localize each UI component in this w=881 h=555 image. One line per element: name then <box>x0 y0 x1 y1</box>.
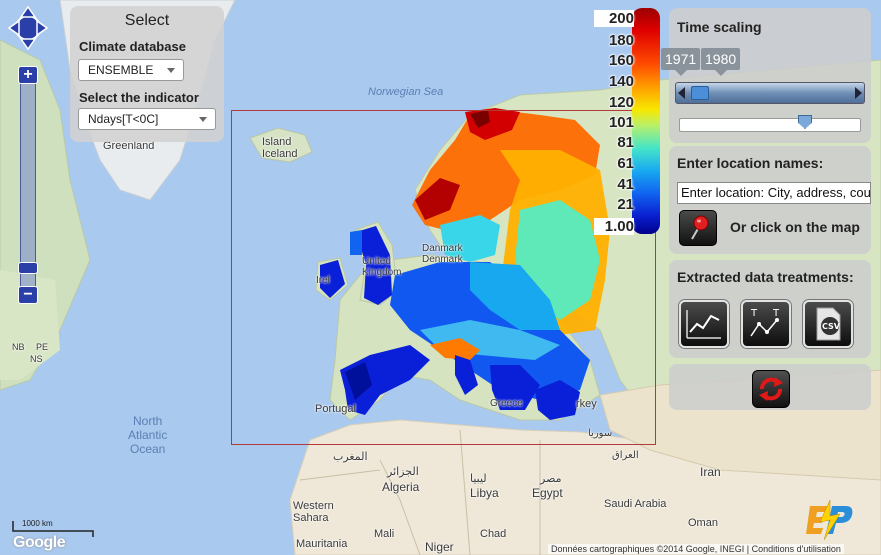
select-panel-title: Select <box>124 12 170 29</box>
chevron-right-icon[interactable] <box>855 87 862 99</box>
time-range-handle[interactable] <box>691 86 709 100</box>
time-range-slider[interactable] <box>675 82 865 104</box>
scale-label: 1000 km <box>22 519 53 528</box>
time-step-handle[interactable] <box>798 115 812 129</box>
label-denmark: Danmark Denmark <box>422 243 463 265</box>
label-pe: PE <box>36 342 49 352</box>
label-portugal: Portugal <box>315 403 356 415</box>
legend-value: 200 <box>594 10 634 27</box>
label-iran: Iran <box>700 465 721 479</box>
time-scaling-panel: Time scaling 1971 1980 <box>661 8 871 143</box>
label-libya-ar: ليبيا <box>470 473 487 485</box>
time-scaling-title: Time scaling <box>677 19 762 35</box>
label-turkey: rkey <box>576 398 597 410</box>
label-mali: Mali <box>374 528 395 540</box>
label-ns: NS <box>30 354 43 364</box>
click-map-hint: Or click on the map <box>730 219 860 235</box>
google-logo: Google <box>13 534 66 551</box>
label-iceland: Island Iceland <box>262 136 298 160</box>
legend-color-bar <box>632 8 660 234</box>
line-chart-icon <box>686 310 721 339</box>
zoom-slider-handle[interactable] <box>18 262 38 274</box>
map-attribution[interactable]: Données cartographiques ©2014 Google, IN… <box>548 544 844 554</box>
csv-icon: CSV <box>816 307 841 341</box>
csv-export-button[interactable]: CSV <box>803 300 853 348</box>
line-chart-button[interactable] <box>679 300 729 348</box>
svg-text:T: T <box>750 308 758 319</box>
indicator-label: Select the indicator <box>79 90 199 105</box>
legend-value: 41 <box>617 176 634 193</box>
legend-value: 120 <box>608 94 634 111</box>
legend-value: 1.00 <box>594 218 634 235</box>
legend-value: 81 <box>617 134 634 151</box>
label-iraq: العراق <box>612 450 639 461</box>
svg-text:T: T <box>772 308 780 319</box>
end-year-tooltip: 1980 <box>701 48 741 76</box>
label-morocco: المغرب <box>333 451 368 463</box>
label-ireland: Irel <box>316 275 330 286</box>
climate-database-select[interactable]: ENSEMBLE <box>78 59 184 81</box>
label-north-atlantic: North Atlantic Ocean <box>128 414 168 456</box>
label-niger: Niger <box>425 540 454 554</box>
reset-panel <box>669 364 871 410</box>
time-step-slider[interactable] <box>679 115 861 132</box>
label-mauritania: Mauritania <box>296 538 348 550</box>
refresh-icon <box>759 377 783 401</box>
legend-value: 140 <box>608 73 634 90</box>
start-year-tooltip: 1971 <box>661 48 701 76</box>
climate-database-value: ENSEMBLE <box>88 63 154 77</box>
svg-text:CSV: CSV <box>822 322 841 331</box>
label-greece: Greece <box>490 398 523 409</box>
legend-value: 21 <box>617 196 634 213</box>
label-united-kingdom: United Kingdom <box>362 256 402 278</box>
legend-value: 61 <box>617 155 634 172</box>
data-extent-frame <box>231 110 656 445</box>
chevron-down-icon <box>199 117 207 122</box>
indicator-select[interactable]: Ndays[T<0C] <box>78 108 216 130</box>
reset-button[interactable] <box>752 370 790 408</box>
zoom-in-button[interactable]: + <box>18 66 38 84</box>
ep-logo-icon <box>806 500 853 540</box>
label-oman: Oman <box>688 517 718 529</box>
treatments-title: Extracted data treatments: <box>677 269 854 285</box>
chevron-left-icon[interactable] <box>678 87 685 99</box>
pan-control-icon[interactable] <box>8 6 48 50</box>
label-nb: NB <box>12 342 25 352</box>
scatter-chart-button[interactable]: T T <box>741 300 791 348</box>
location-input[interactable]: Enter location: City, address, cou <box>677 182 871 204</box>
legend-value: 160 <box>608 52 634 69</box>
select-panel: Select Climate database ENSEMBLE Select … <box>70 6 224 142</box>
location-title: Enter location names: <box>677 155 824 171</box>
label-western-sahara: Western Sahara <box>293 500 334 524</box>
label-algeria-ar: الجزائر <box>387 466 419 478</box>
label-chad: Chad <box>480 528 507 540</box>
label-saudi-arabia: Saudi Arabia <box>604 498 667 510</box>
indicator-value: Ndays[T<0C] <box>88 112 159 126</box>
label-egypt-ar: مصر <box>540 473 562 485</box>
zoom-out-button[interactable]: − <box>18 286 38 304</box>
label-algeria: Algeria <box>382 480 420 494</box>
treatments-panel: Extracted data treatments: T T CSV <box>669 260 871 358</box>
label-egypt: Egypt <box>532 486 563 500</box>
scatter-chart-icon: T T <box>750 308 780 337</box>
climate-database-label: Climate database <box>79 39 186 54</box>
legend-value: 101 <box>608 114 634 131</box>
map-pin-button[interactable] <box>679 210 717 246</box>
label-norwegian-sea: Norwegian Sea <box>368 86 444 98</box>
chevron-down-icon <box>167 68 175 73</box>
legend-value: 180 <box>608 32 634 49</box>
label-libya: Libya <box>470 486 499 500</box>
label-syria: سوريا <box>588 428 613 439</box>
map-pin-icon <box>691 215 709 240</box>
location-panel: Enter location names: Enter location: Ci… <box>669 146 871 254</box>
